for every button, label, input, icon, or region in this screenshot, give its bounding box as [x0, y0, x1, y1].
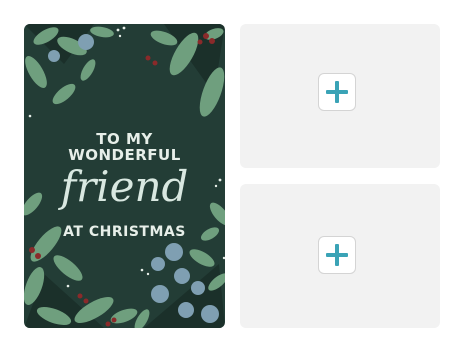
add-card-button-1[interactable]	[318, 73, 356, 111]
plus-icon	[326, 81, 348, 103]
christmas-card-preview[interactable]: TO MY WONDERFUL friend AT CHRISTMAS	[24, 24, 225, 328]
plus-icon	[326, 244, 348, 266]
add-card-button-2[interactable]	[318, 236, 356, 274]
empty-card-slot-2[interactable]	[240, 184, 440, 328]
card-line-friend: friend	[60, 162, 189, 211]
card-line-at-christmas: AT CHRISTMAS	[63, 224, 186, 240]
empty-card-slot-1[interactable]	[240, 24, 440, 168]
